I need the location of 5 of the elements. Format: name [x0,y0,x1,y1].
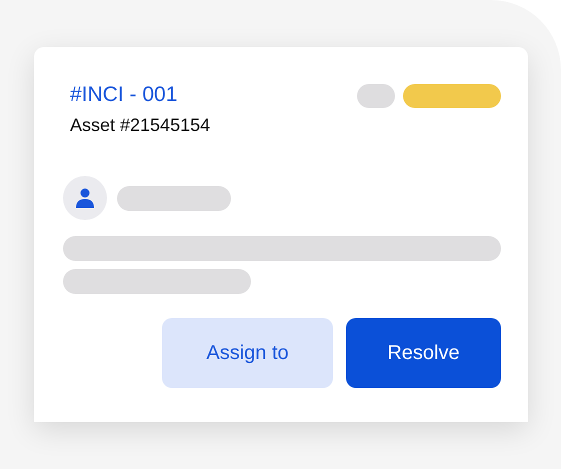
assign-button[interactable]: Assign to [162,318,333,388]
resolve-button[interactable]: Resolve [346,318,501,388]
person-icon [76,188,94,208]
incident-id: #INCI - 001 [70,83,178,107]
asset-number: Asset #21545154 [70,115,210,136]
